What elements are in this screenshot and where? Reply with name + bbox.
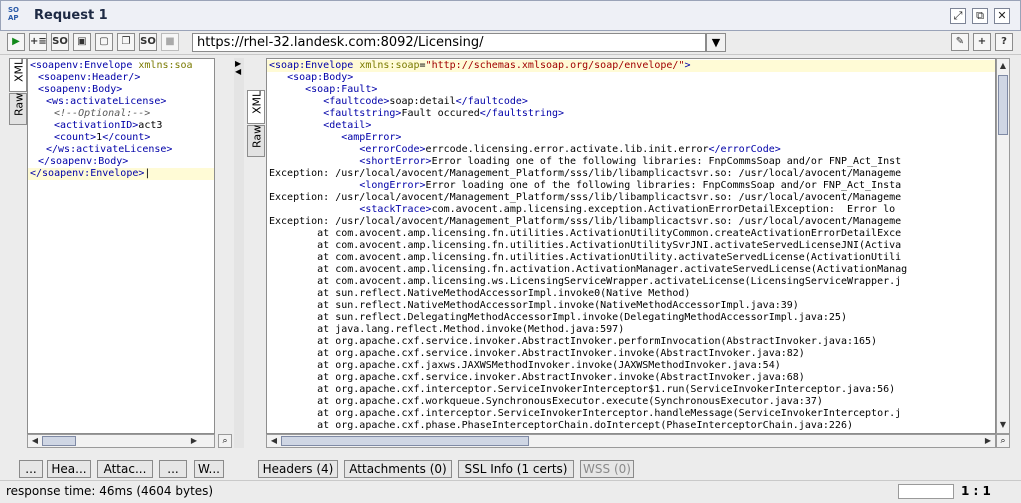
code-line: Exception: /usr/local/avocent/Management… xyxy=(269,216,902,227)
close-icon[interactable]: ✕ xyxy=(994,8,1010,24)
request-bottom-tab[interactable]: Attac... xyxy=(97,460,153,478)
endpoint-url-input[interactable]: https://rhel-32.landesk.com:8092/Licensi… xyxy=(192,33,706,52)
code-line: <detail> xyxy=(323,120,372,131)
edit-endpoint-icon[interactable]: ✎ xyxy=(951,33,969,51)
tab-request-raw[interactable]: Raw xyxy=(9,93,27,125)
detach-icon[interactable]: ⤢ xyxy=(950,8,966,24)
request-bottom-tab[interactable]: ... xyxy=(19,460,43,478)
code-line: Exception: /usr/local/avocent/Management… xyxy=(269,168,902,179)
code-line: <shortError>Error loading one of the fol… xyxy=(359,156,902,167)
tab-response-raw[interactable]: Raw xyxy=(247,125,265,157)
code-line: at com.avocent.amp.licensing.fn.utilitie… xyxy=(269,252,902,263)
title-bar: SO AP Request 1 ⤢ ⧉ ✕ xyxy=(0,0,1021,31)
request-bottom-tab[interactable]: W... xyxy=(194,460,224,478)
request-bottom-tab[interactable]: Hea... xyxy=(47,460,91,478)
code-line: at sun.reflect.NativeMethodAccessorImpl.… xyxy=(269,300,799,311)
response-bottom-tab[interactable]: Headers (4) xyxy=(258,460,338,478)
soap-options-icon[interactable]: SO xyxy=(139,33,157,51)
response-vscrollbar[interactable]: ▲ ▼ xyxy=(996,58,1010,434)
tile-view-icon[interactable]: ▣ xyxy=(73,33,91,51)
response-bottom-tab[interactable]: Attachments (0) xyxy=(344,460,452,478)
code-line: at org.apache.cxf.jaxws.JAXWSMethodInvok… xyxy=(269,360,781,371)
response-bottom-tab[interactable]: WSS (0) xyxy=(580,460,634,478)
code-line: at org.apache.cxf.interceptor.ServiceInv… xyxy=(269,384,896,395)
code-line: <ampError> xyxy=(341,132,402,143)
code-line: at sun.reflect.DelegatingMethodAccessorI… xyxy=(269,312,847,323)
help-icon[interactable]: ? xyxy=(995,33,1013,51)
code-line: at java.lang.reflect.Method.invoke(Metho… xyxy=(269,324,625,335)
code-line: <ws:activateLicense> xyxy=(46,96,167,107)
add-icon[interactable]: + xyxy=(973,33,991,51)
code-line: at org.apache.cxf.interceptor.ServiceInv… xyxy=(269,408,902,419)
cursor-position: 1 : 1 xyxy=(961,484,991,498)
code-line: <soap:Envelope xmlns:soap="http://schema… xyxy=(267,60,995,72)
tabbed-view-icon[interactable]: ❐ xyxy=(117,33,135,51)
code-line: <soapenv:Body> xyxy=(38,84,123,95)
create-mock-icon[interactable]: SO xyxy=(51,33,69,51)
request-hscrollbar[interactable]: ◀ ▶ xyxy=(27,434,215,448)
code-line: at org.apache.cxf.service.invoker.Abstra… xyxy=(269,348,805,359)
code-line: <soapenv:Envelope xmlns:soa xyxy=(30,60,193,71)
code-line: <longError>Error loading one of the foll… xyxy=(359,180,902,191)
code-line: </soapenv:Body> xyxy=(38,156,129,167)
code-line: <errorCode>errcode.licensing.error.activ… xyxy=(359,144,781,155)
code-line: at com.avocent.amp.licensing.fn.utilitie… xyxy=(269,228,902,239)
window-title: Request 1 xyxy=(34,8,108,23)
code-line: at com.avocent.amp.licensing.ws.Licensin… xyxy=(269,276,902,287)
code-line: at org.apache.cxf.workqueue.SynchronousE… xyxy=(269,396,823,407)
code-line: <soap:Body> xyxy=(287,72,354,83)
cancel-request-icon[interactable]: ■ xyxy=(161,33,179,51)
code-line: <faultstring>Fault occured</faultstring> xyxy=(323,108,565,119)
request-bottom-tab[interactable]: ... xyxy=(159,460,187,478)
code-line: <stackTrace>com.avocent.amp.licensing.ex… xyxy=(359,204,896,215)
code-line: <soap:Fault> xyxy=(305,84,378,95)
code-line: at org.apache.cxf.phase.PhaseInterceptor… xyxy=(269,420,853,431)
code-line: at sun.reflect.NativeMethodAccessorImpl.… xyxy=(269,288,691,299)
submit-request-icon[interactable]: ▶ xyxy=(7,33,25,51)
response-xml-editor[interactable]: <soap:Envelope xmlns:soap="http://schema… xyxy=(266,58,996,434)
code-line: <faultcode>soap:detail</faultcode> xyxy=(323,96,528,107)
code-line: <!--Optional:--> xyxy=(54,108,151,119)
response-time-label: response time: 46ms (4604 bytes) xyxy=(6,484,214,498)
tab-response-xml[interactable]: XML xyxy=(247,90,265,124)
response-search-icon[interactable]: ⌕ xyxy=(996,434,1010,448)
response-bottom-tab[interactable]: SSL Info (1 certs) xyxy=(458,460,574,478)
endpoint-dropdown-icon[interactable]: ▼ xyxy=(706,33,726,52)
request-search-icon[interactable]: ⌕ xyxy=(218,434,232,448)
code-line: at com.avocent.amp.licensing.fn.activati… xyxy=(269,264,908,275)
response-hscrollbar[interactable]: ◀ ▶ xyxy=(266,434,996,448)
status-progress-box xyxy=(898,484,954,499)
code-line: <activationID>act3 xyxy=(54,120,163,131)
maximize-icon[interactable]: ⧉ xyxy=(972,8,988,24)
add-assertion-icon[interactable]: +≡ xyxy=(29,33,47,51)
pane-splitter[interactable]: ▶ ◀ xyxy=(234,58,244,448)
soap-logo-icon: SO AP xyxy=(8,6,19,22)
code-line: at org.apache.cxf.service.invoker.Abstra… xyxy=(269,336,878,347)
tab-request-xml[interactable]: XML xyxy=(9,58,27,92)
request-toolbar: ▶ +≡ SO ▣ ▢ ❐ SO ■ https://rhel-32.landesk.com:… xyxy=(0,31,1021,55)
code-line: <soapenv:Header/> xyxy=(38,72,141,83)
code-line: at com.avocent.amp.licensing.fn.utilitie… xyxy=(269,240,902,251)
request-xml-editor[interactable]: <soapenv:Envelope xmlns:soa <soapenv:Head… xyxy=(27,58,215,434)
code-line: Exception: /usr/local/avocent/Management… xyxy=(269,192,902,203)
code-line: <count>1</count> xyxy=(54,132,151,143)
split-view-icon[interactable]: ▢ xyxy=(95,33,113,51)
code-line: </soapenv:Envelope>| xyxy=(28,168,214,180)
status-bar: response time: 46ms (4604 bytes) 1 : 1 xyxy=(0,480,1021,503)
code-line: at org.apache.cxf.service.invoker.Abstra… xyxy=(269,372,805,383)
code-line: </ws:activateLicense> xyxy=(46,144,173,155)
